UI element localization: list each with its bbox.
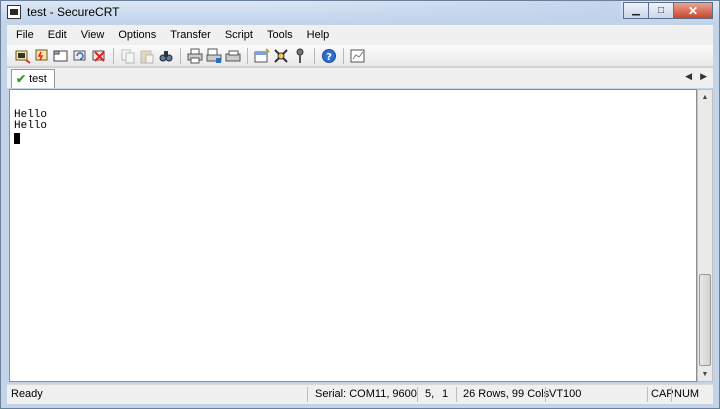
- menu-options[interactable]: Options: [111, 25, 163, 45]
- securecrt-window: test - SecureCRT ▁ □ ✕ File Edit View Op…: [0, 0, 720, 409]
- find-icon[interactable]: [158, 48, 174, 64]
- status-emulation: VT100: [549, 388, 582, 400]
- toolbar-separator: [247, 47, 248, 64]
- connect-tab-icon[interactable]: [53, 48, 69, 64]
- status-separator: [456, 387, 457, 402]
- status-bar: Ready Serial: COM11, 9600 5, 1 26 Rows, …: [7, 384, 713, 404]
- sftp-key-icon[interactable]: [292, 48, 308, 64]
- status-col: 1: [442, 388, 449, 400]
- reconnect-icon[interactable]: [72, 48, 88, 64]
- menu-transfer[interactable]: Transfer: [163, 25, 218, 45]
- titlebar-glass: [261, 1, 621, 23]
- maximize-icon: □: [657, 5, 665, 16]
- toolbar: ?: [7, 45, 713, 67]
- print-setup-icon[interactable]: [206, 48, 222, 64]
- menu-script[interactable]: Script: [218, 25, 260, 45]
- quick-connect-icon[interactable]: [34, 48, 50, 64]
- status-separator: [417, 387, 418, 402]
- status-separator: [647, 387, 648, 402]
- minimize-icon: ▁: [632, 5, 640, 16]
- status-separator: [307, 387, 308, 402]
- session-options-icon[interactable]: [254, 47, 270, 64]
- keymap-icon[interactable]: [273, 48, 289, 64]
- help-icon[interactable]: ?: [321, 48, 337, 64]
- print-screen-icon[interactable]: [225, 48, 241, 64]
- maximize-button[interactable]: □: [648, 2, 674, 19]
- terminal-line: Hello: [14, 109, 48, 121]
- status-row: 5,: [425, 388, 435, 400]
- log-icon[interactable]: [350, 48, 366, 64]
- vertical-scrollbar[interactable]: ▲ ▼: [697, 89, 713, 382]
- minimize-button[interactable]: ▁: [623, 2, 649, 19]
- connect-icon[interactable]: [15, 48, 31, 64]
- toolbar-separator: [314, 47, 315, 64]
- window-title: test - SecureCRT: [27, 5, 120, 19]
- session-tab-bar: ✔ test ◀ ▶: [7, 68, 713, 88]
- tab-label: test: [29, 73, 47, 85]
- connected-check-icon: ✔: [16, 72, 27, 86]
- menu-view[interactable]: View: [74, 25, 112, 45]
- status-size: 26 Rows, 99 Cols: [463, 388, 550, 400]
- scrollbar-thumb[interactable]: [699, 274, 711, 366]
- menu-tools[interactable]: Tools: [260, 25, 300, 45]
- terminal-line: Hello: [14, 120, 48, 132]
- svg-text:?: ?: [326, 52, 332, 63]
- disconnect-icon[interactable]: [91, 48, 107, 64]
- print-icon[interactable]: [187, 48, 203, 64]
- toolbar-separator: [343, 47, 344, 64]
- terminal-cursor: [14, 133, 20, 144]
- tab-test[interactable]: ✔ test: [11, 69, 55, 88]
- menu-help[interactable]: Help: [300, 25, 337, 45]
- window-controls: ▁ □ ✕: [623, 2, 713, 19]
- close-button[interactable]: ✕: [673, 2, 713, 19]
- terminal-screen[interactable]: Hello Hello: [9, 89, 697, 382]
- menu-bar: File Edit View Options Transfer Script T…: [7, 25, 713, 45]
- status-serial: Serial: COM11, 9600: [315, 388, 417, 400]
- menu-file[interactable]: File: [7, 25, 41, 45]
- copy-icon[interactable]: [120, 48, 136, 64]
- status-num: NUM: [674, 388, 700, 400]
- tab-scroll-arrows: ◀ ▶: [677, 71, 707, 82]
- tab-scroll-left-icon[interactable]: ◀: [685, 71, 692, 82]
- status-separator: [545, 387, 546, 402]
- close-icon: ✕: [687, 3, 699, 18]
- toolbar-separator: [180, 47, 181, 64]
- status-ready: Ready: [11, 388, 43, 400]
- title-bar[interactable]: test - SecureCRT ▁ □ ✕: [1, 1, 719, 23]
- scroll-down-icon[interactable]: ▼: [698, 367, 712, 381]
- menu-edit[interactable]: Edit: [41, 25, 74, 45]
- scroll-up-icon[interactable]: ▲: [698, 90, 712, 104]
- tab-scroll-right-icon[interactable]: ▶: [700, 71, 707, 82]
- status-separator: [671, 387, 672, 402]
- toolbar-separator: [113, 47, 114, 64]
- paste-icon[interactable]: [139, 48, 155, 64]
- app-icon[interactable]: [7, 5, 21, 19]
